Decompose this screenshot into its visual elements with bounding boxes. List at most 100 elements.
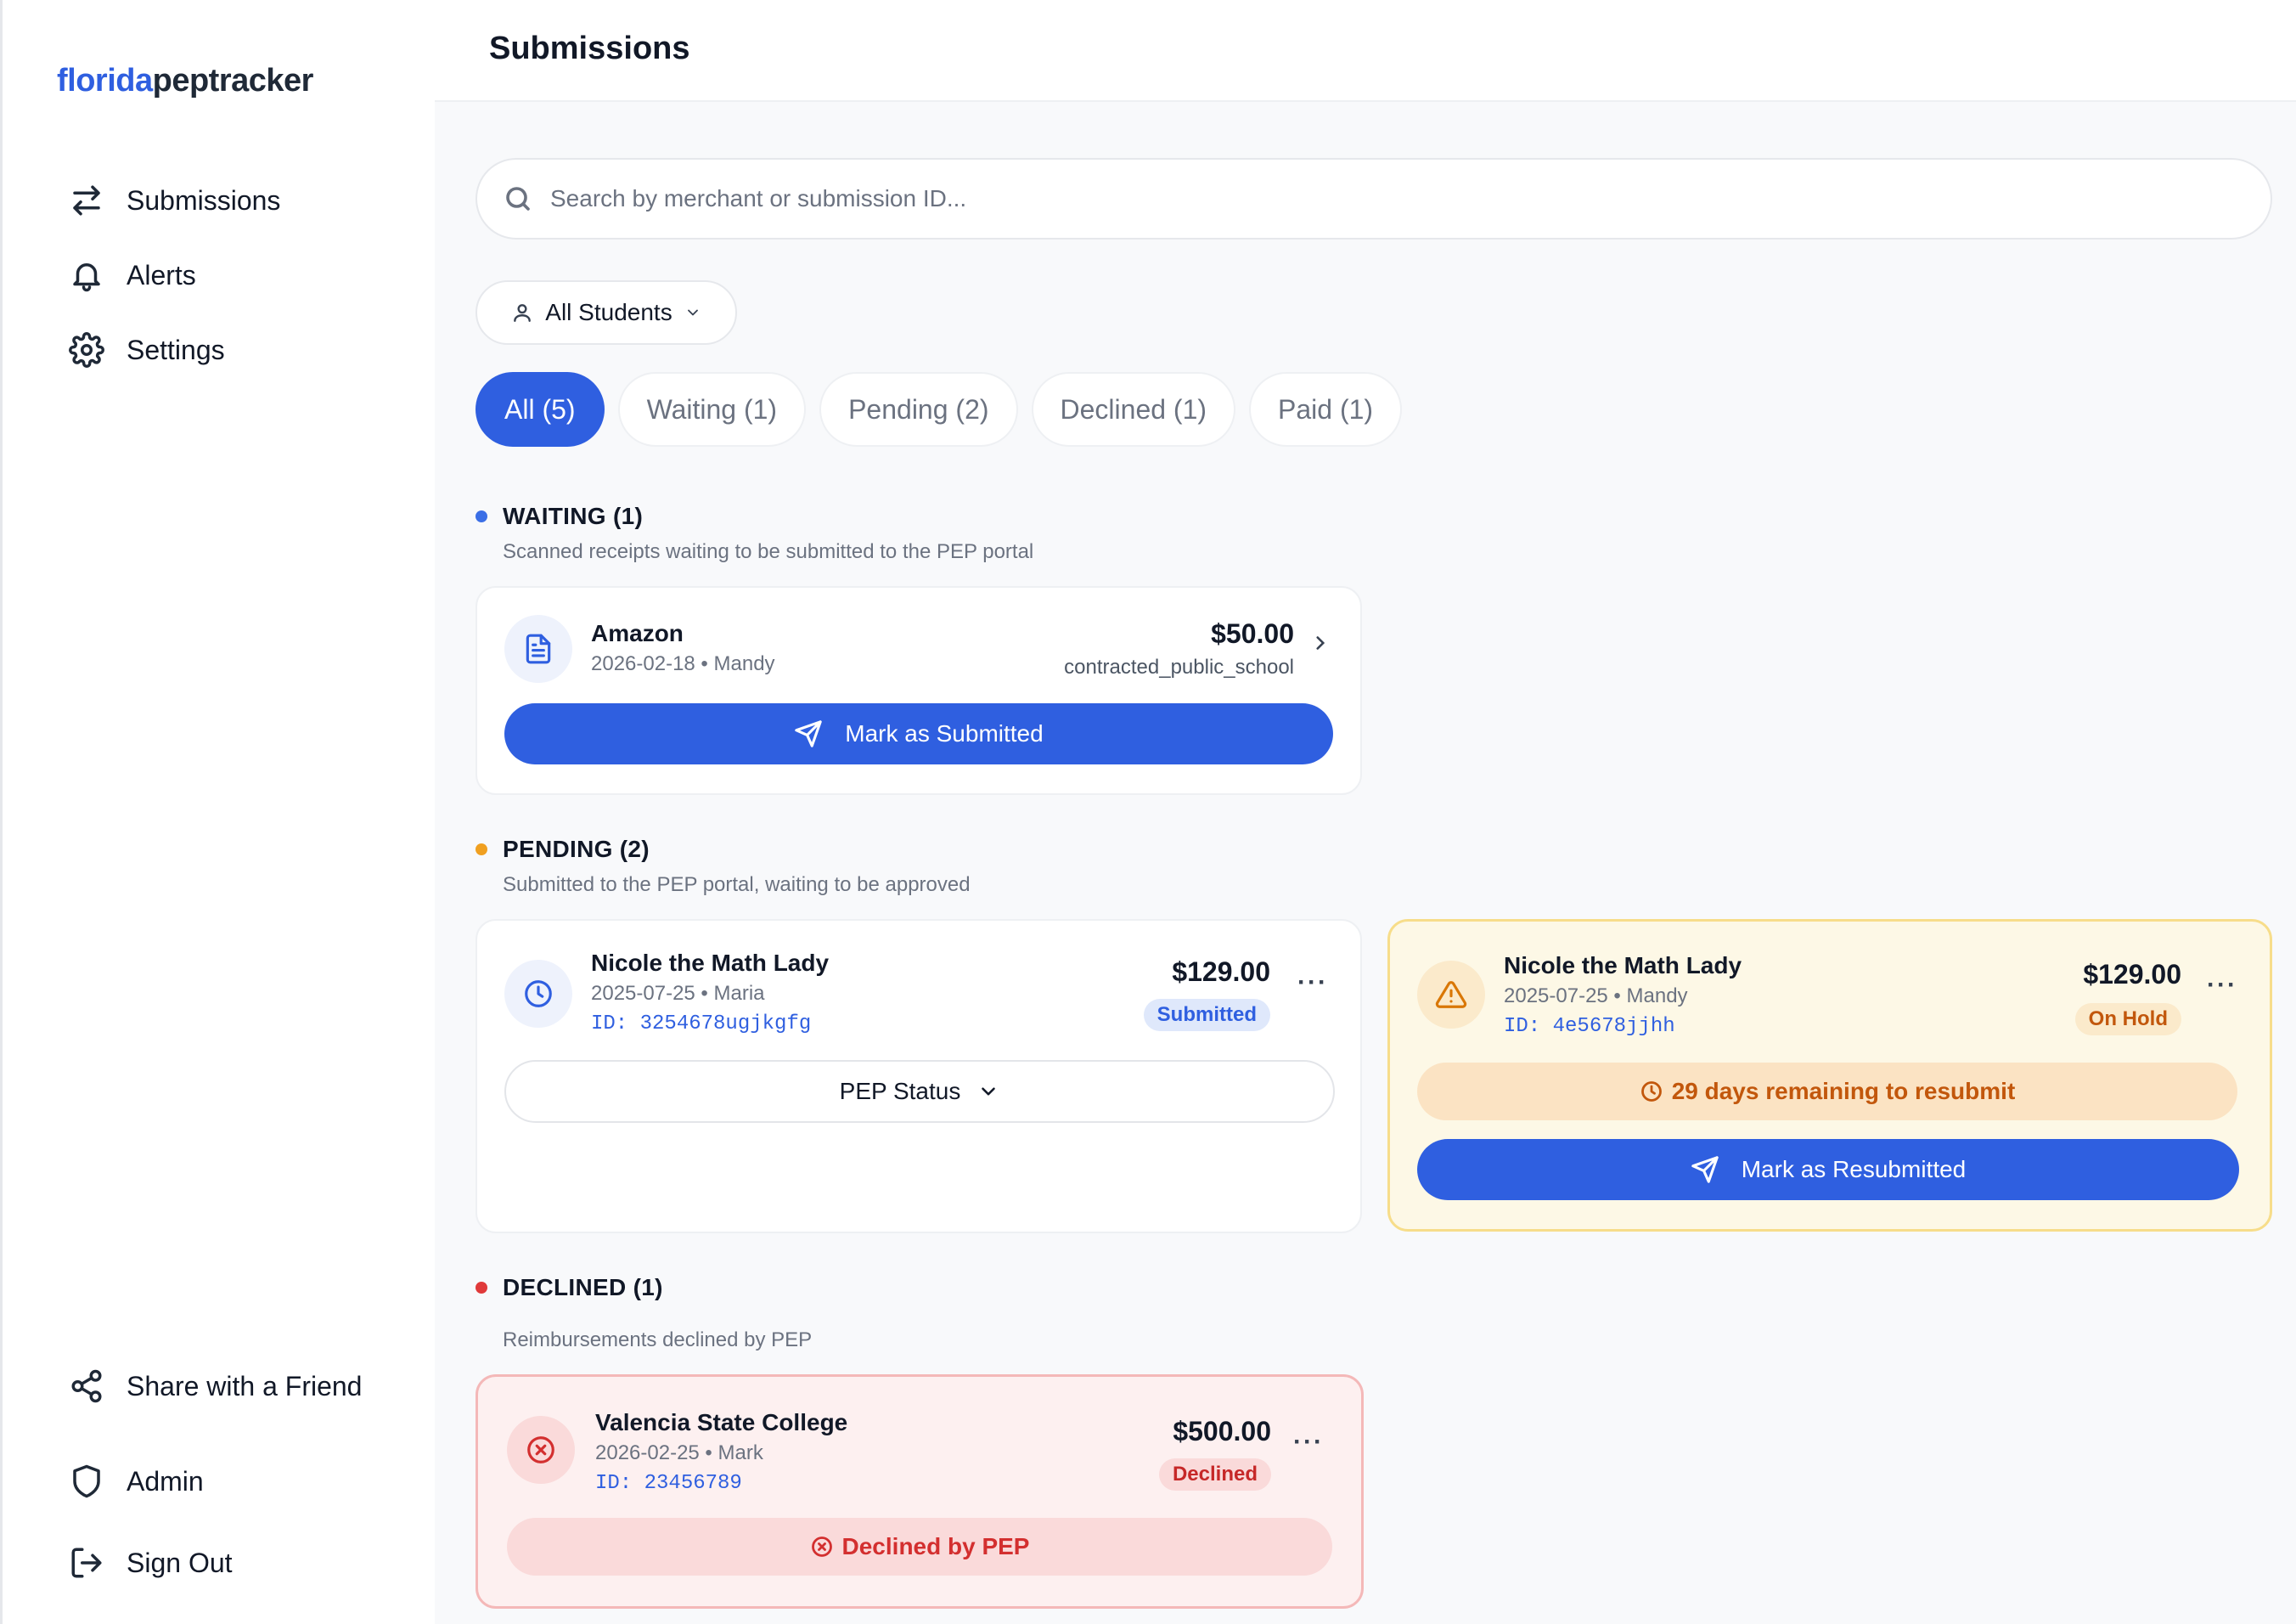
status-dot bbox=[476, 1282, 487, 1294]
status-dot bbox=[476, 843, 487, 855]
tab-pending[interactable]: Pending (2) bbox=[819, 372, 1018, 447]
merchant-name: Nicole the Math Lady bbox=[591, 950, 830, 976]
chevron-down-icon bbox=[982, 1087, 996, 1096]
merchant-name: Amazon bbox=[591, 620, 684, 646]
merchant-name: Valencia State College bbox=[595, 1409, 848, 1435]
sidebar-item-label: Submissions bbox=[127, 184, 281, 216]
top-bar: Submissions bbox=[435, 0, 2296, 102]
submission-amount: $129.00 bbox=[2083, 959, 2181, 990]
chevron-right-icon[interactable] bbox=[1309, 632, 1331, 654]
status-dot bbox=[476, 510, 487, 522]
brand-logo[interactable]: floridapeptracker bbox=[57, 63, 313, 99]
section-subtitle: Scanned receipts waiting to be submitted… bbox=[503, 540, 1034, 563]
clock-icon bbox=[525, 980, 552, 1007]
warning-icon-circle bbox=[1417, 961, 1485, 1029]
notice-text: Declined by PEP bbox=[841, 1533, 1030, 1559]
submission-card-amazon[interactable]: Amazon 2026-02-18 • Mandy $50.00 contrac… bbox=[476, 586, 1362, 795]
more-options-button[interactable]: ··· bbox=[2207, 971, 2237, 1000]
button-label: PEP Status bbox=[839, 1078, 961, 1104]
student-filter-dropdown[interactable]: All Students bbox=[476, 280, 737, 345]
gear-icon bbox=[69, 332, 104, 368]
x-circle-icon bbox=[527, 1436, 554, 1463]
sign-out-icon bbox=[71, 1548, 102, 1578]
mark-as-resubmitted-button[interactable]: Mark as Resubmitted bbox=[1417, 1139, 2239, 1200]
sidebar-item-label: Settings bbox=[127, 334, 225, 365]
section-header-waiting: WAITING (1) bbox=[476, 503, 643, 530]
brand-logo-part1: florida bbox=[57, 63, 153, 99]
sidebar-item-label: Alerts bbox=[127, 259, 196, 290]
status-tabs: All (5) Waiting (1) Pending (2) Declined… bbox=[476, 372, 1403, 447]
share-icon bbox=[71, 1369, 102, 1403]
user-icon bbox=[514, 304, 532, 322]
submission-card-on-hold[interactable]: Nicole the Math Lady 2025-07-25 • Mandy … bbox=[1387, 919, 2272, 1232]
search-input[interactable] bbox=[550, 185, 2164, 212]
search-icon bbox=[506, 187, 530, 211]
submission-category: contracted_public_school bbox=[1064, 656, 1294, 679]
clock-icon-circle bbox=[504, 960, 572, 1028]
tab-declined[interactable]: Declined (1) bbox=[1031, 372, 1236, 447]
chevron-down-icon bbox=[687, 309, 698, 316]
bell-icon bbox=[73, 263, 100, 292]
section-title: PENDING (2) bbox=[503, 836, 650, 862]
document-icon-circle bbox=[504, 615, 572, 683]
more-options-button[interactable]: ··· bbox=[1293, 1428, 1324, 1457]
submission-card-declined[interactable]: Valencia State College 2026-02-25 • Mark… bbox=[476, 1374, 1364, 1609]
app-root: floridapeptracker Submissions Alerts Set… bbox=[0, 0, 2296, 1624]
resubmit-deadline-notice: 29 days remaining to resubmit bbox=[1417, 1063, 2237, 1120]
arrows-swap-icon bbox=[73, 185, 100, 216]
main-content: Submissions All Students All (5) Waiting… bbox=[435, 0, 2296, 1624]
notice-text: 29 days remaining to resubmit bbox=[1671, 1078, 2016, 1104]
mark-as-submitted-button[interactable]: Mark as Submitted bbox=[504, 703, 1333, 764]
section-subtitle: Submitted to the PEP portal, waiting to … bbox=[503, 873, 971, 896]
sidebar-item-share[interactable]: Share with a Friend bbox=[69, 1361, 362, 1412]
section-title: WAITING (1) bbox=[503, 503, 644, 529]
submission-amount: $500.00 bbox=[1173, 1416, 1271, 1446]
submission-meta: 2025-07-25 • Mandy bbox=[1504, 984, 1688, 1007]
merchant-name: Nicole the Math Lady bbox=[1504, 952, 1742, 978]
submission-id: ID: 23456789 bbox=[595, 1472, 742, 1495]
sidebar-item-sign-out[interactable]: Sign Out bbox=[69, 1537, 233, 1588]
tab-waiting[interactable]: Waiting (1) bbox=[617, 372, 807, 447]
submission-amount: $50.00 bbox=[1211, 618, 1294, 649]
sidebar-item-admin[interactable]: Admin bbox=[69, 1456, 204, 1507]
sidebar-item-alerts[interactable]: Alerts bbox=[69, 250, 196, 301]
x-circle-icon-circle bbox=[507, 1416, 575, 1484]
submission-id: ID: 3254678ugjkgfg bbox=[591, 1012, 812, 1035]
student-filter-label: All Students bbox=[545, 299, 672, 325]
status-badge: Declined bbox=[1158, 1458, 1271, 1491]
declined-notice: Declined by PEP bbox=[507, 1518, 1332, 1576]
button-label: Mark as Submitted bbox=[845, 720, 1044, 747]
section-title: DECLINED (1) bbox=[503, 1274, 663, 1300]
send-icon bbox=[1691, 1156, 1719, 1183]
sidebar: floridapeptracker Submissions Alerts Set… bbox=[0, 0, 435, 1624]
status-badge: Submitted bbox=[1143, 999, 1270, 1031]
sidebar-item-submissions[interactable]: Submissions bbox=[69, 175, 280, 226]
status-badge: On Hold bbox=[2074, 1003, 2181, 1035]
more-options-button[interactable]: ··· bbox=[1297, 968, 1328, 997]
submission-id: ID: 4e5678jjhh bbox=[1504, 1015, 1675, 1038]
pep-status-dropdown[interactable]: PEP Status bbox=[504, 1060, 1335, 1123]
clock-icon bbox=[1640, 1081, 1662, 1102]
section-header-pending: PENDING (2) bbox=[476, 836, 650, 863]
submission-meta: 2026-02-18 • Mandy bbox=[591, 652, 775, 675]
section-header-declined: DECLINED (1) bbox=[476, 1274, 663, 1301]
sidebar-item-settings[interactable]: Settings bbox=[69, 324, 225, 375]
x-circle-icon bbox=[811, 1537, 832, 1557]
tab-all[interactable]: All (5) bbox=[476, 372, 605, 447]
sidebar-item-label: Sign Out bbox=[127, 1547, 233, 1578]
sidebar-item-label: Share with a Friend bbox=[127, 1370, 363, 1401]
warning-icon bbox=[1435, 981, 1467, 1008]
submission-card-pending-1[interactable]: Nicole the Math Lady 2025-07-25 • Maria … bbox=[476, 919, 1362, 1233]
document-icon bbox=[526, 634, 551, 664]
sidebar-item-label: Admin bbox=[127, 1465, 204, 1497]
submission-meta: 2025-07-25 • Maria bbox=[591, 982, 765, 1005]
shield-icon bbox=[73, 1464, 100, 1498]
brand-logo-part2: peptracker bbox=[152, 63, 314, 99]
button-label: Mark as Resubmitted bbox=[1741, 1156, 1967, 1182]
submission-meta: 2026-02-25 • Mark bbox=[595, 1441, 763, 1464]
section-subtitle: Reimbursements declined by PEP bbox=[503, 1328, 813, 1351]
tab-paid[interactable]: Paid (1) bbox=[1249, 372, 1403, 447]
page-title: Submissions bbox=[489, 31, 690, 66]
send-icon bbox=[795, 720, 823, 747]
search-bar[interactable] bbox=[476, 158, 2272, 240]
